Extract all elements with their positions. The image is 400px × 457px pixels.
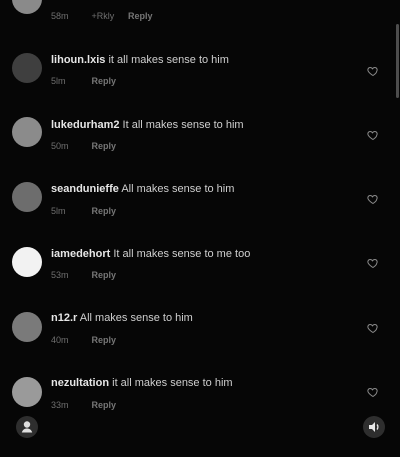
comment-item: lukedurham2 It all makes sense to him 50… xyxy=(0,115,400,175)
reply-button[interactable]: Reply xyxy=(92,400,117,410)
heart-icon[interactable] xyxy=(367,386,379,398)
avatar[interactable] xyxy=(12,182,42,212)
comment-line: lukedurham2 It all makes sense to him xyxy=(51,118,244,132)
sound-button[interactable] xyxy=(363,416,385,438)
comment-item: seandunieffe All makes sense to him 5lm … xyxy=(0,180,400,240)
comments-screen: 58m +Rkly Reply lihoun.lxis it all makes… xyxy=(0,0,400,457)
comment-time: 5lm xyxy=(51,206,66,216)
comment-line: lihoun.lxis it all makes sense to him xyxy=(51,53,229,67)
comment-item: lihoun.lxis it all makes sense to him 5l… xyxy=(0,50,400,110)
speaker-icon xyxy=(369,422,379,432)
avatar[interactable] xyxy=(12,117,42,147)
comment-line: nezultation it all makes sense to him xyxy=(51,376,233,390)
comment-username[interactable]: seandunieffe xyxy=(51,183,119,195)
comment-text: It all makes sense to him xyxy=(122,119,244,131)
avatar[interactable] xyxy=(12,0,42,14)
avatar[interactable] xyxy=(12,377,42,407)
comment-meta: 5lm Reply xyxy=(51,75,116,87)
comment-item: n12.r All makes sense to him 40m Reply xyxy=(0,310,400,370)
comment-meta: 58m +Rkly Reply xyxy=(51,10,153,22)
comment-text: it all makes sense to him xyxy=(112,377,233,389)
comment-item: nezultation it all makes sense to him 33… xyxy=(0,375,400,435)
reply-button[interactable]: Reply xyxy=(128,11,153,21)
reply-button[interactable]: Reply xyxy=(92,76,117,86)
comment-text: All makes sense to him xyxy=(121,183,235,195)
reply-button[interactable]: Reply xyxy=(92,270,117,280)
comment-item: iamedehort It all makes sense to me too … xyxy=(0,245,400,305)
comment-extra: +Rkly xyxy=(91,11,115,21)
comment-meta: 53m Reply xyxy=(51,269,116,281)
comment-time: 53m xyxy=(51,270,69,280)
comment-item: 58m +Rkly Reply xyxy=(0,0,400,46)
comment-meta: 33m Reply xyxy=(51,399,116,411)
comment-line: iamedehort It all makes sense to me too xyxy=(51,247,250,261)
reply-button[interactable]: Reply xyxy=(92,206,117,216)
heart-icon[interactable] xyxy=(367,65,379,77)
comment-time: 50m xyxy=(51,141,69,151)
avatar[interactable] xyxy=(12,53,42,83)
comment-text: it all makes sense to him xyxy=(108,54,229,66)
person-icon xyxy=(21,421,33,433)
heart-icon[interactable] xyxy=(367,129,379,141)
comment-meta: 40m Reply xyxy=(51,334,116,346)
comment-text: It all makes sense to me too xyxy=(113,248,251,260)
comment-username[interactable]: n12.r xyxy=(51,312,77,324)
comment-time: 33m xyxy=(51,400,69,410)
comment-username[interactable]: lukedurham2 xyxy=(51,119,119,131)
scrollbar-thumb[interactable] xyxy=(396,24,399,98)
comment-username[interactable]: lihoun.lxis xyxy=(51,54,105,66)
comment-time: 5lm xyxy=(51,76,66,86)
reply-button[interactable]: Reply xyxy=(92,335,117,345)
comment-time: 58m xyxy=(51,11,69,21)
comment-time: 40m xyxy=(51,335,69,345)
comment-meta: 50m Reply xyxy=(51,140,116,152)
avatar[interactable] xyxy=(12,312,42,342)
comment-line: seandunieffe All makes sense to him xyxy=(51,182,234,196)
comment-meta: 5lm Reply xyxy=(51,205,116,217)
reply-button[interactable]: Reply xyxy=(92,141,117,151)
comment-username[interactable]: iamedehort xyxy=(51,248,110,260)
heart-icon[interactable] xyxy=(367,257,379,269)
profile-button[interactable] xyxy=(16,416,38,438)
comment-text: All makes sense to him xyxy=(79,312,193,324)
avatar[interactable] xyxy=(12,247,42,277)
comment-line: n12.r All makes sense to him xyxy=(51,311,193,325)
heart-icon[interactable] xyxy=(367,193,379,205)
heart-icon[interactable] xyxy=(367,322,379,334)
comment-username[interactable]: nezultation xyxy=(51,377,109,389)
